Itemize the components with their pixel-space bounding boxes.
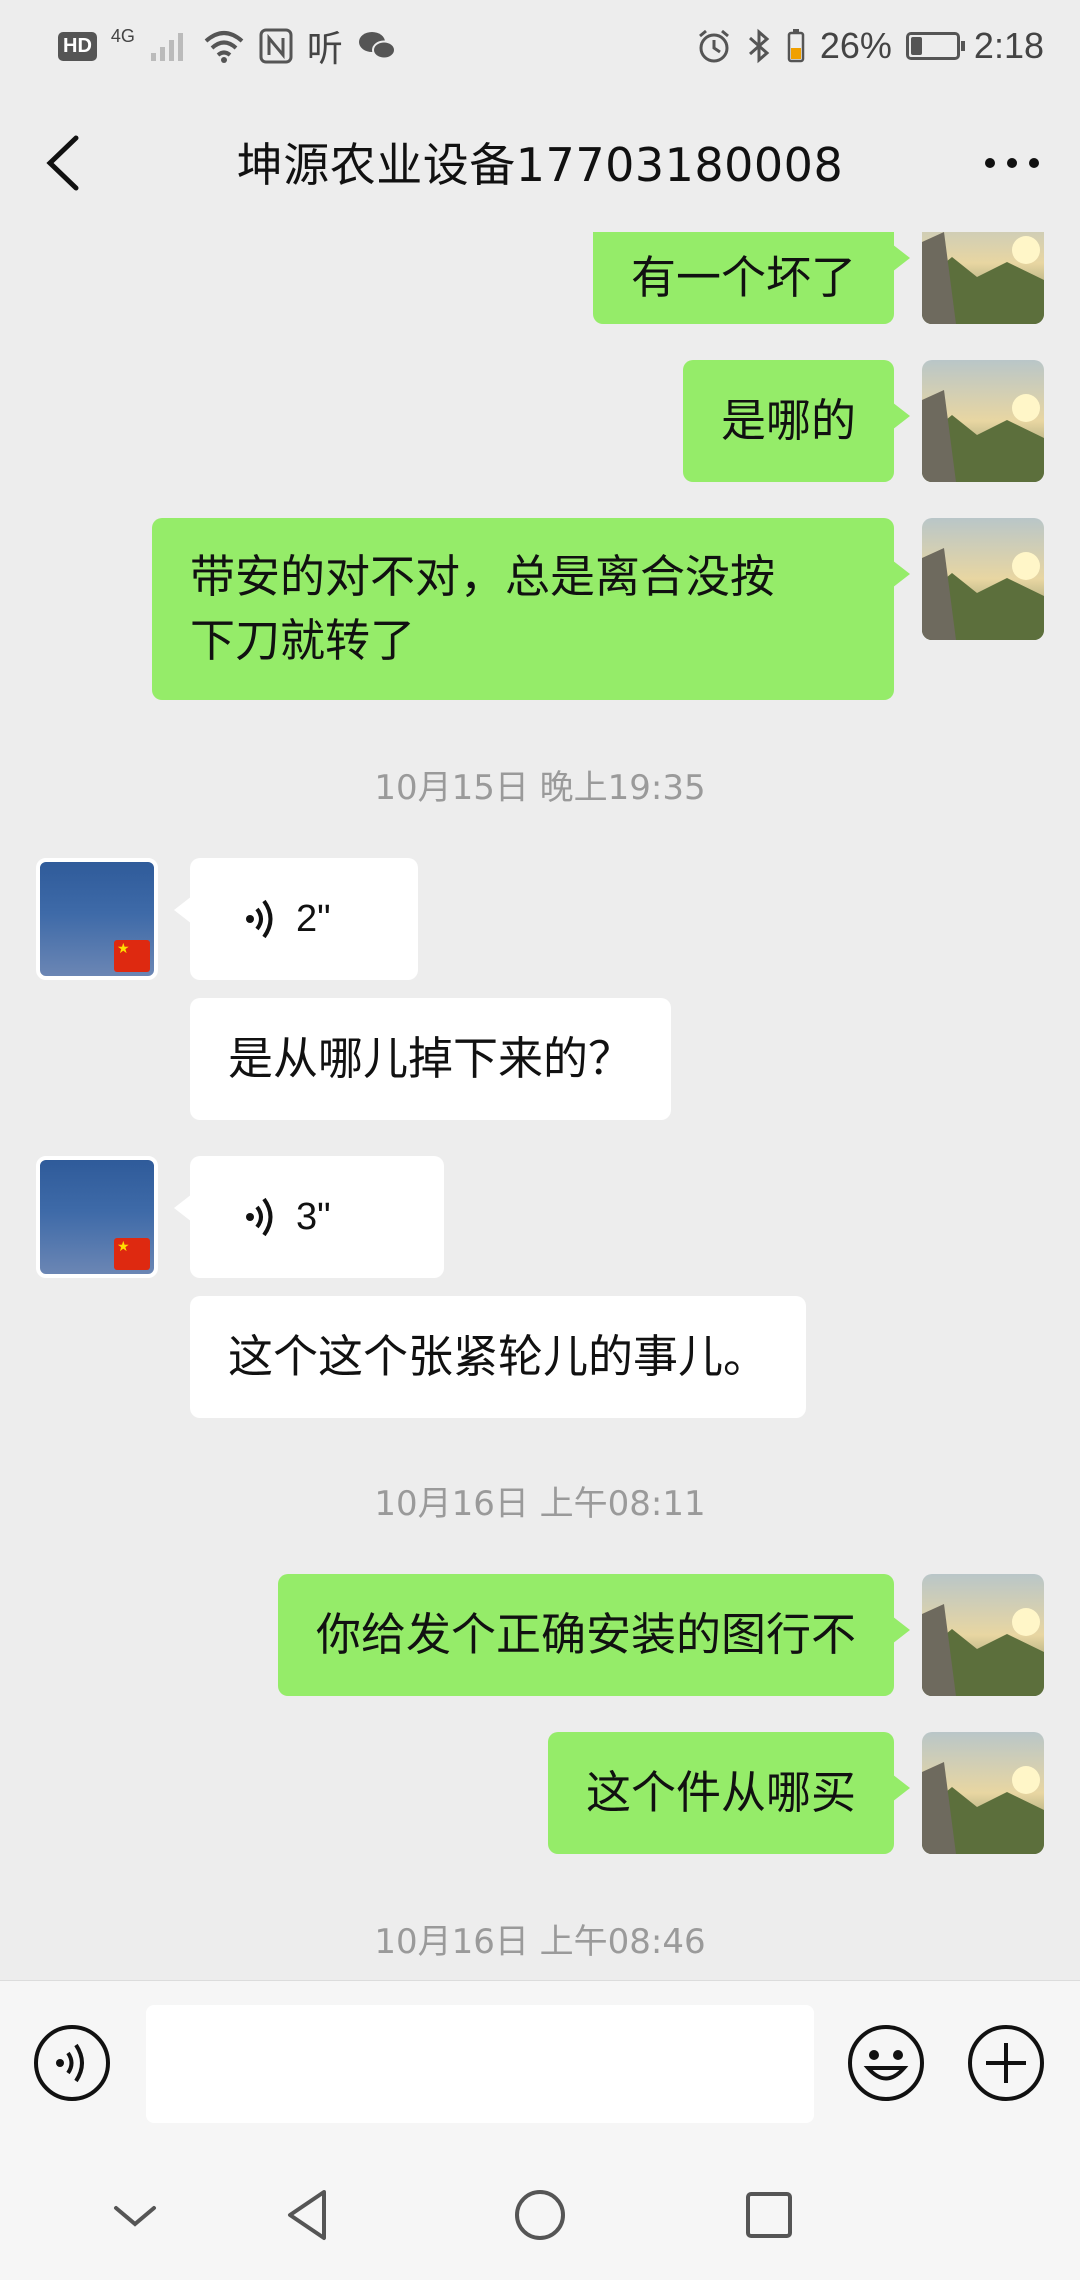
hd-badge: HD — [58, 31, 97, 61]
message-text-line: 下刀就转了 — [190, 614, 416, 667]
status-right: 26% 2:18 — [696, 25, 1044, 67]
message-row-sent: 这个件从哪买 — [0, 1732, 1080, 1854]
network-type: 4G — [110, 25, 135, 46]
voice-duration: 2" — [296, 897, 331, 940]
message-text: 你给发个正确安装的图行不 — [315, 1608, 856, 1661]
nav-back-icon[interactable] — [274, 2180, 344, 2250]
alarm-icon — [698, 29, 729, 63]
battery-level — [910, 37, 923, 55]
timestamp: 10月16日 上午08:46 — [374, 1922, 706, 1962]
my-avatar[interactable] — [922, 1574, 1044, 1696]
nav-down-icon[interactable] — [100, 2180, 170, 2250]
voice-icon — [246, 899, 273, 939]
message-bubble[interactable]: 这个这个张紧轮儿的事儿。 — [190, 1296, 807, 1418]
timestamp: 10月15日 晚上19:35 — [374, 768, 706, 808]
contact-avatar[interactable]: ★ — [36, 858, 158, 980]
my-avatar[interactable] — [922, 1732, 1044, 1854]
signal-icon — [150, 33, 183, 61]
back-arrow-icon[interactable] — [36, 130, 96, 196]
message-bubble[interactable]: 你给发个正确安装的图行不 — [277, 1574, 911, 1696]
input-bar — [0, 1980, 1080, 2140]
nfc-icon — [259, 28, 293, 64]
landscape-avatar-image — [922, 360, 1044, 482]
nav-recents-icon[interactable] — [734, 2180, 804, 2250]
landscape-avatar-image — [922, 232, 1044, 324]
nav-home-icon[interactable] — [505, 2180, 575, 2250]
voice-message[interactable]: 2" — [174, 858, 418, 980]
landscape-avatar-image — [922, 518, 1044, 640]
message-bubble[interactable]: 这个件从哪买 — [547, 1732, 911, 1854]
clock: 2:18 — [973, 25, 1044, 66]
landscape-avatar-image — [922, 1732, 1044, 1854]
message-row-sent: 带安的对不对，总是离合没按 下刀就转了 — [0, 518, 1080, 700]
timestamp: 10月16日 上午08:11 — [374, 1484, 706, 1524]
message-list[interactable]: 有一个坏了 是哪的 带安的对不对，总是离合没按 下刀就转了 10月15日 晚上1… — [0, 232, 1080, 1980]
my-avatar[interactable] — [922, 518, 1044, 640]
battery-warning-icon — [787, 29, 805, 63]
message-input[interactable] — [146, 2005, 814, 2123]
my-avatar[interactable] — [922, 360, 1044, 482]
message-bubble[interactable]: 有一个坏了 — [592, 232, 911, 324]
message-text: 这个件从哪买 — [585, 1766, 856, 1819]
contact-avatar[interactable]: ★ — [36, 1156, 158, 1278]
message-row-sent: 有一个坏了 — [0, 232, 1080, 324]
voice-duration: 3" — [296, 1195, 331, 1238]
wechat-icon — [358, 32, 396, 60]
voice-input-icon[interactable] — [32, 2023, 112, 2103]
message-group-received: ★ 3" 这个这个张紧轮儿的事儿。 — [0, 1156, 1080, 1418]
status-bar: HD 4G 听 26% 2:18 — [0, 0, 1080, 92]
chat-title: 坤源农业设备17703180008 — [236, 138, 844, 192]
china-flag-icon: ★ — [114, 1238, 150, 1270]
message-text: 这个这个张紧轮儿的事儿。 — [228, 1330, 769, 1383]
message-bubble[interactable]: 是从哪儿掉下来的？ — [190, 998, 672, 1120]
message-row-sent: 是哪的 — [0, 360, 1080, 482]
bluetooth-icon — [748, 28, 770, 64]
plus-icon[interactable] — [966, 2023, 1046, 2103]
battery-percent: 26% — [819, 25, 892, 66]
system-nav-bar — [0, 2140, 1080, 2280]
app-notification-glyph: 听 — [306, 28, 343, 69]
wifi-icon — [204, 31, 244, 63]
message-group-received: ★ 2" 是从哪儿掉下来的？ — [0, 858, 1080, 1120]
message-bubble[interactable]: 带安的对不对，总是离合没按 下刀就转了 — [152, 518, 910, 700]
message-row-sent: 你给发个正确安装的图行不 — [0, 1574, 1080, 1696]
voice-message[interactable]: 3" — [174, 1156, 444, 1278]
voice-icon — [246, 1197, 273, 1237]
message-bubble[interactable]: 是哪的 — [682, 360, 911, 482]
my-avatar[interactable] — [922, 232, 1044, 324]
message-text: 是从哪儿掉下来的？ — [228, 1032, 634, 1085]
message-text-line: 带安的对不对，总是离合没按 — [190, 550, 776, 603]
more-icon[interactable] — [980, 136, 1044, 190]
battery-icon — [905, 32, 965, 60]
landscape-avatar-image — [922, 1574, 1044, 1696]
status-left: HD 4G 听 — [58, 20, 397, 72]
message-text: 有一个坏了 — [630, 251, 856, 304]
chat-header: 坤源农业设备17703180008 — [0, 92, 1080, 232]
china-flag-icon: ★ — [114, 940, 150, 972]
emoji-icon[interactable] — [846, 2023, 926, 2103]
message-text: 是哪的 — [720, 394, 856, 447]
